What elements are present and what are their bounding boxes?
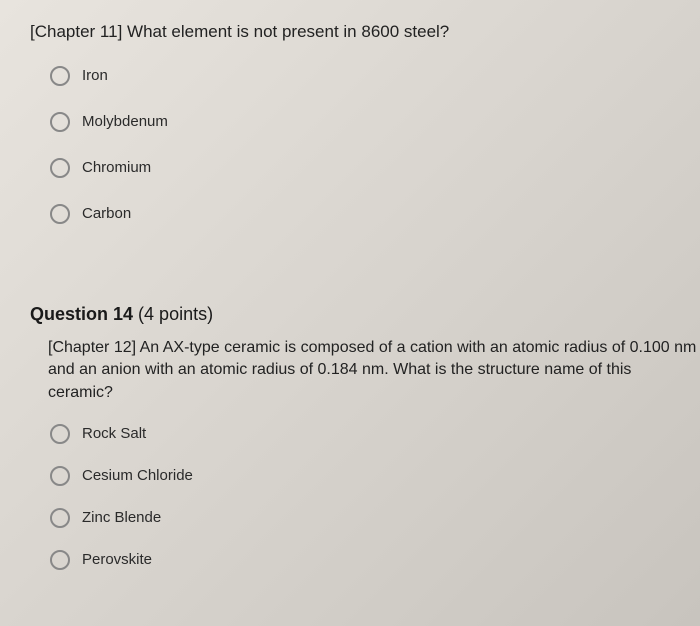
option-cesium-chloride[interactable]: Cesium Chloride xyxy=(50,466,700,486)
option-label: Rock Salt xyxy=(82,425,146,442)
radio-icon xyxy=(50,66,70,86)
question-block-2: Question 14 (4 points) [Chapter 12] An A… xyxy=(30,304,700,570)
radio-icon xyxy=(50,424,70,444)
option-chromium[interactable]: Chromium xyxy=(50,158,700,178)
question-1-text: [Chapter 11] What element is not present… xyxy=(30,20,700,44)
option-zinc-blende[interactable]: Zinc Blende xyxy=(50,508,700,528)
radio-icon xyxy=(50,466,70,486)
option-iron[interactable]: Iron xyxy=(50,66,700,86)
option-label: Chromium xyxy=(82,159,151,176)
option-label: Iron xyxy=(82,67,108,84)
option-label: Molybdenum xyxy=(82,113,168,130)
spacer xyxy=(30,254,700,274)
question-block-1: [Chapter 11] What element is not present… xyxy=(30,20,700,224)
question-2-options: Rock Salt Cesium Chloride Zinc Blende Pe… xyxy=(50,424,700,570)
option-rock-salt[interactable]: Rock Salt xyxy=(50,424,700,444)
option-label: Cesium Chloride xyxy=(82,467,193,484)
question-number: Question 14 xyxy=(30,304,133,324)
question-points: (4 points) xyxy=(138,304,213,324)
radio-icon xyxy=(50,550,70,570)
option-molybdenum[interactable]: Molybdenum xyxy=(50,112,700,132)
question-2-header: Question 14 (4 points) xyxy=(30,304,700,325)
radio-icon xyxy=(50,508,70,528)
radio-icon xyxy=(50,112,70,132)
option-label: Carbon xyxy=(82,205,131,222)
option-label: Zinc Blende xyxy=(82,509,161,526)
radio-icon xyxy=(50,204,70,224)
radio-icon xyxy=(50,158,70,178)
question-2-text: [Chapter 12] An AX-type ceramic is compo… xyxy=(48,337,700,404)
option-label: Perovskite xyxy=(82,551,152,568)
question-1-options: Iron Molybdenum Chromium Carbon xyxy=(50,66,700,224)
option-perovskite[interactable]: Perovskite xyxy=(50,550,700,570)
option-carbon[interactable]: Carbon xyxy=(50,204,700,224)
